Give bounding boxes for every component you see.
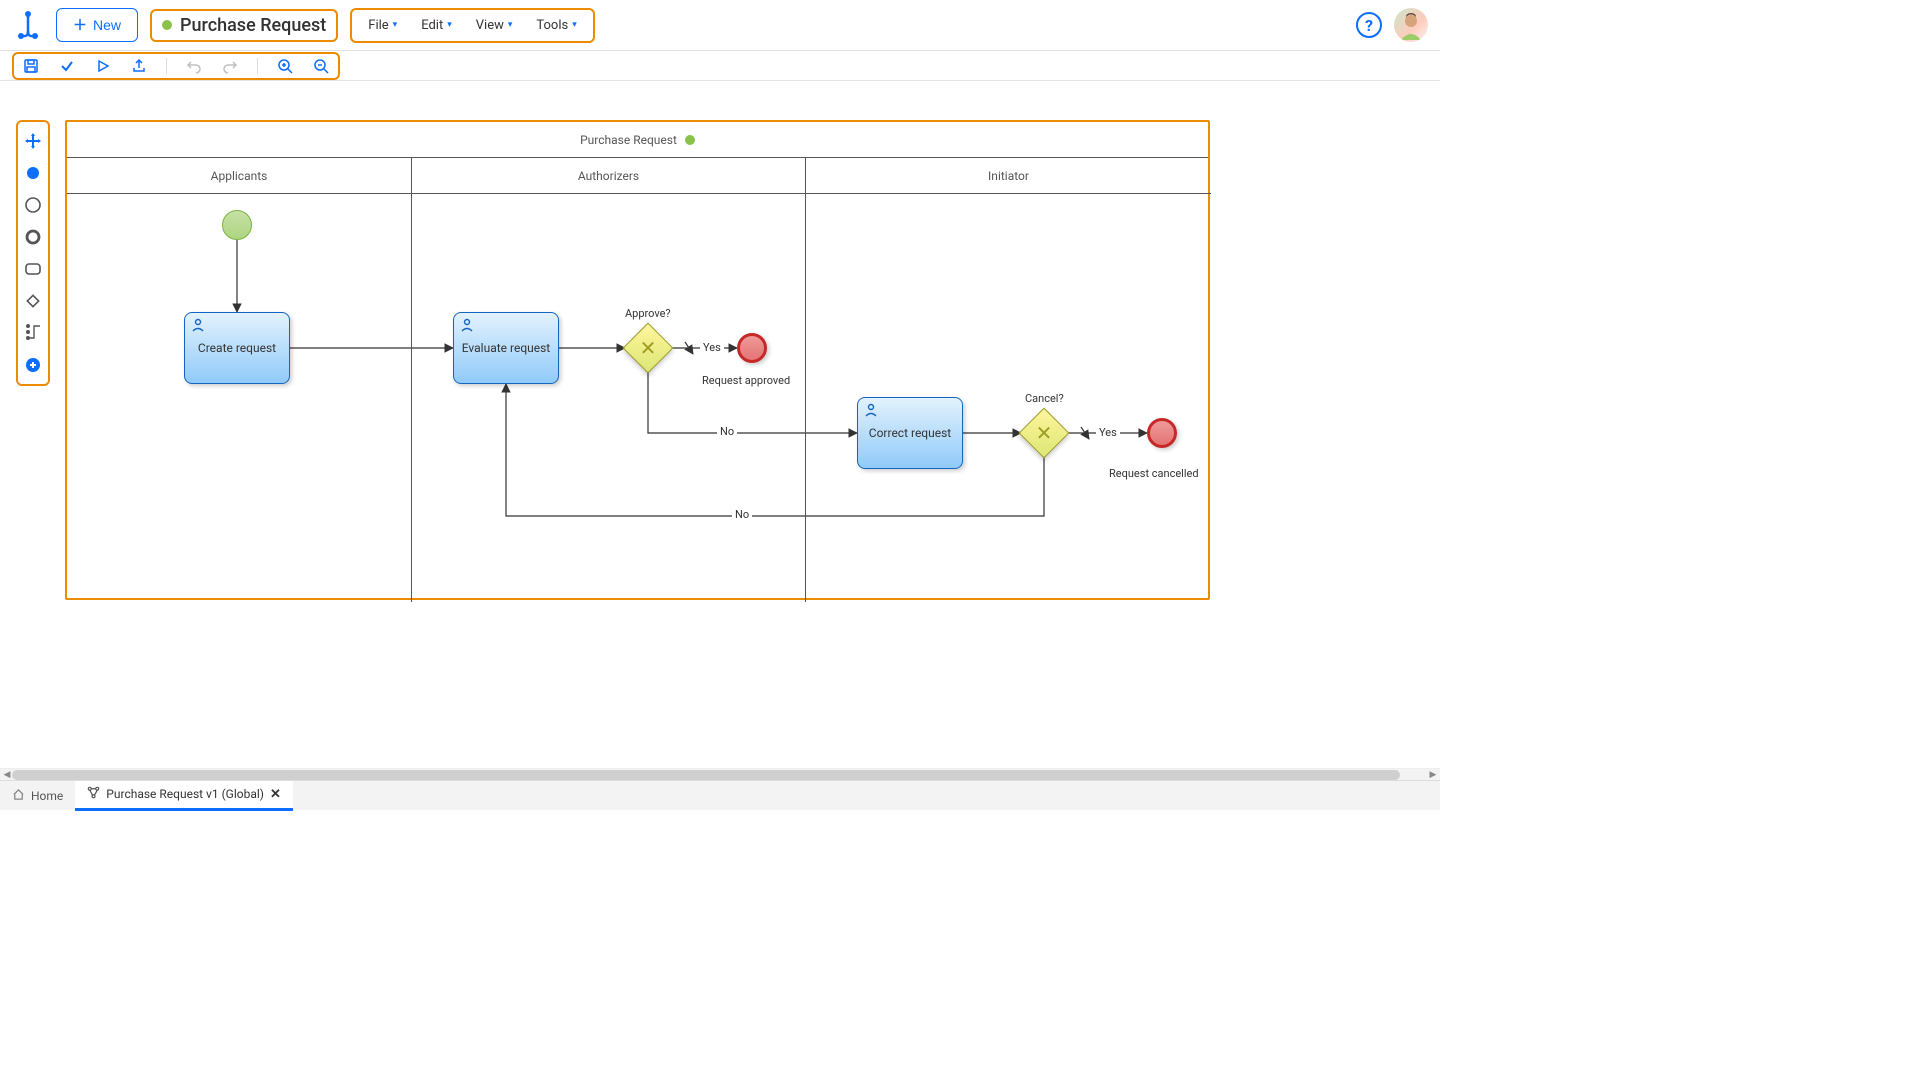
chevron-down-icon: ▾ [508, 20, 513, 30]
palette-intermediate-event-icon[interactable] [22, 194, 44, 216]
tab-label: Purchase Request v1 (Global) [106, 787, 264, 801]
lane-applicants[interactable]: Applicants Create request [67, 158, 412, 602]
help-icon[interactable]: ? [1356, 12, 1382, 38]
toolbar-separator [166, 58, 167, 74]
end-event-cancelled[interactable] [1147, 418, 1177, 448]
lane-authorizers[interactable]: Authorizers Evaluate request ✕ Approve? … [412, 158, 806, 602]
gateway-cancel[interactable]: ✕ [1019, 408, 1070, 459]
task-label: Correct request [869, 426, 951, 440]
edge-label-no-loop: No [732, 508, 752, 521]
edge-label-yes: Yes [1096, 426, 1120, 439]
zoom-in-icon[interactable] [276, 57, 294, 75]
export-icon[interactable] [130, 57, 148, 75]
redo-icon [221, 57, 239, 75]
task-evaluate-request[interactable]: Evaluate request [453, 312, 559, 384]
end-event-label: Request approved [702, 374, 790, 387]
validate-icon[interactable] [58, 57, 76, 75]
top-bar: ＋ New Purchase Request File▾ Edit▾ View▾… [0, 0, 1440, 51]
end-event-label: Request cancelled [1109, 467, 1199, 480]
save-icon[interactable] [22, 57, 40, 75]
toolbar-separator [257, 58, 258, 74]
bottom-tab-bar: Home Purchase Request v1 (Global) ✕ [0, 780, 1440, 810]
palette-end-event-icon[interactable] [22, 226, 44, 248]
action-toolbar-group [12, 52, 340, 80]
lane-header: Applicants [67, 158, 411, 194]
user-avatar[interactable] [1394, 8, 1428, 42]
home-icon [12, 788, 25, 804]
undo-icon [185, 57, 203, 75]
edge-label-no: No [717, 425, 737, 438]
menu-file[interactable]: File▾ [358, 14, 407, 37]
scroll-left-icon[interactable]: ◀ [2, 770, 12, 780]
close-icon[interactable]: ✕ [270, 787, 281, 802]
palette-connector-icon[interactable] [22, 322, 44, 344]
lane-header: Authorizers [412, 158, 805, 194]
plus-icon: ＋ [73, 15, 87, 35]
pool-title: Purchase Request [580, 133, 677, 147]
app-logo-icon [12, 9, 44, 41]
process-title: Purchase Request [180, 15, 326, 36]
pool-title-bar: Purchase Request [67, 122, 1208, 158]
gateway-label: Approve? [625, 307, 671, 320]
end-event-approved[interactable] [737, 333, 767, 363]
edge-label-yes: Yes [700, 341, 724, 354]
action-toolbar [0, 51, 1440, 81]
status-dot-icon [162, 20, 172, 30]
chevron-down-icon: ▾ [572, 20, 577, 30]
palette-move-icon[interactable] [22, 130, 44, 152]
user-task-icon [460, 318, 474, 335]
new-button[interactable]: ＋ New [56, 8, 138, 42]
shape-palette [16, 120, 50, 386]
task-create-request[interactable]: Create request [184, 312, 290, 384]
menu-bar: File▾ Edit▾ View▾ Tools▾ [350, 8, 594, 43]
task-correct-request[interactable]: Correct request [857, 397, 963, 469]
workspace: Purchase Request [0, 82, 1440, 780]
new-button-label: New [93, 17, 121, 33]
status-dot-icon [685, 135, 695, 145]
menu-view[interactable]: View▾ [466, 14, 523, 37]
zoom-out-icon[interactable] [312, 57, 330, 75]
palette-add-icon[interactable] [22, 354, 44, 376]
tab-home[interactable]: Home [0, 781, 75, 811]
tab-current-process[interactable]: Purchase Request v1 (Global) ✕ [75, 781, 293, 811]
horizontal-scrollbar[interactable]: ◀ ▶ [0, 768, 1440, 780]
run-icon[interactable] [94, 57, 112, 75]
palette-gateway-icon[interactable] [22, 290, 44, 312]
user-task-icon [191, 318, 205, 335]
menu-edit[interactable]: Edit▾ [411, 14, 462, 37]
chevron-down-icon: ▾ [393, 20, 398, 30]
menu-tools[interactable]: Tools▾ [526, 14, 586, 37]
palette-task-icon[interactable] [22, 258, 44, 280]
palette-start-event-icon[interactable] [22, 162, 44, 184]
start-event[interactable] [222, 210, 252, 240]
tab-label: Home [31, 789, 63, 803]
process-title-chip[interactable]: Purchase Request [150, 9, 338, 42]
scroll-right-icon[interactable]: ▶ [1428, 770, 1438, 780]
lane-header: Initiator [806, 158, 1211, 194]
task-label: Create request [198, 341, 276, 355]
gateway-approve[interactable]: ✕ [623, 323, 674, 374]
process-pool[interactable]: Purchase Request [65, 120, 1210, 600]
task-label: Evaluate request [462, 341, 550, 355]
process-icon [87, 786, 100, 802]
user-task-icon [864, 403, 878, 420]
chevron-down-icon: ▾ [447, 20, 452, 30]
gateway-label: Cancel? [1025, 392, 1064, 405]
lane-initiator[interactable]: Initiator Correct request ✕ Cancel? Requ… [806, 158, 1211, 602]
